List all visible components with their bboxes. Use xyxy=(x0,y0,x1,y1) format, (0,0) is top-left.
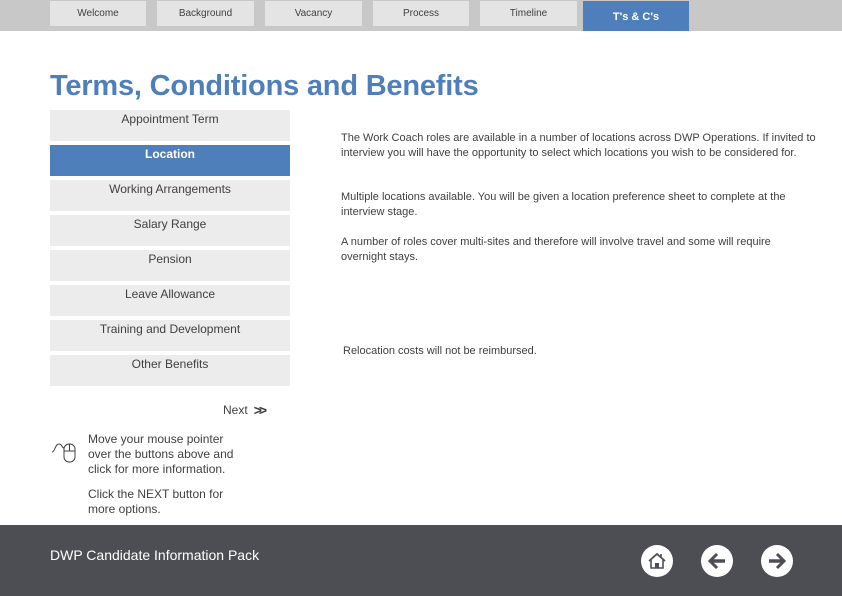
next-button[interactable]: Next >> xyxy=(223,402,267,418)
top-nav-bar: Welcome Background Vacancy Process Timel… xyxy=(0,0,842,31)
mouse-icon xyxy=(51,443,76,463)
content-paragraph: Relocation costs will not be reimbursed. xyxy=(343,345,537,357)
tab-vacancy[interactable]: Vacancy xyxy=(265,1,362,26)
help-text: Move your mouse pointer over the buttons… xyxy=(88,432,234,476)
tab-terms-conditions[interactable]: T's & C's xyxy=(583,1,689,31)
home-icon xyxy=(648,552,666,569)
help-text-next: Click the NEXT button for more options. xyxy=(88,487,224,516)
content-paragraph: A number of roles cover multi-sites and … xyxy=(341,236,771,263)
double-chevron-right-icon: >> xyxy=(253,402,267,418)
menu-item-leave-allowance[interactable]: Leave Allowance xyxy=(50,285,290,316)
forward-button[interactable] xyxy=(761,545,793,577)
tab-process[interactable]: Process xyxy=(373,1,469,26)
footer-title: DWP Candidate Information Pack xyxy=(50,547,260,563)
tab-background[interactable]: Background xyxy=(157,1,254,26)
tab-welcome[interactable]: Welcome xyxy=(50,1,146,26)
home-button[interactable] xyxy=(641,545,673,577)
menu-item-working-arrangements[interactable]: Working Arrangements xyxy=(50,180,290,211)
menu-item-pension[interactable]: Pension xyxy=(50,250,290,281)
menu-item-salary-range[interactable]: Salary Range xyxy=(50,215,290,246)
menu-item-appointment-term[interactable]: Appointment Term xyxy=(50,110,290,141)
arrow-left-icon xyxy=(707,552,725,570)
menu-item-other-benefits[interactable]: Other Benefits xyxy=(50,355,290,386)
page-title: Terms, Conditions and Benefits xyxy=(50,70,479,102)
menu-item-location[interactable]: Location xyxy=(50,145,290,176)
back-button[interactable] xyxy=(701,545,733,577)
arrow-right-icon xyxy=(769,552,787,570)
content-paragraph: The Work Coach roles are available in a … xyxy=(341,132,816,159)
next-label: Next xyxy=(223,403,248,417)
menu-item-training-development[interactable]: Training and Development xyxy=(50,320,290,351)
content-paragraph: Multiple locations available. You will b… xyxy=(341,191,786,218)
footer-bar: DWP Candidate Information Pack xyxy=(0,525,842,596)
tab-timeline[interactable]: Timeline xyxy=(480,1,577,26)
